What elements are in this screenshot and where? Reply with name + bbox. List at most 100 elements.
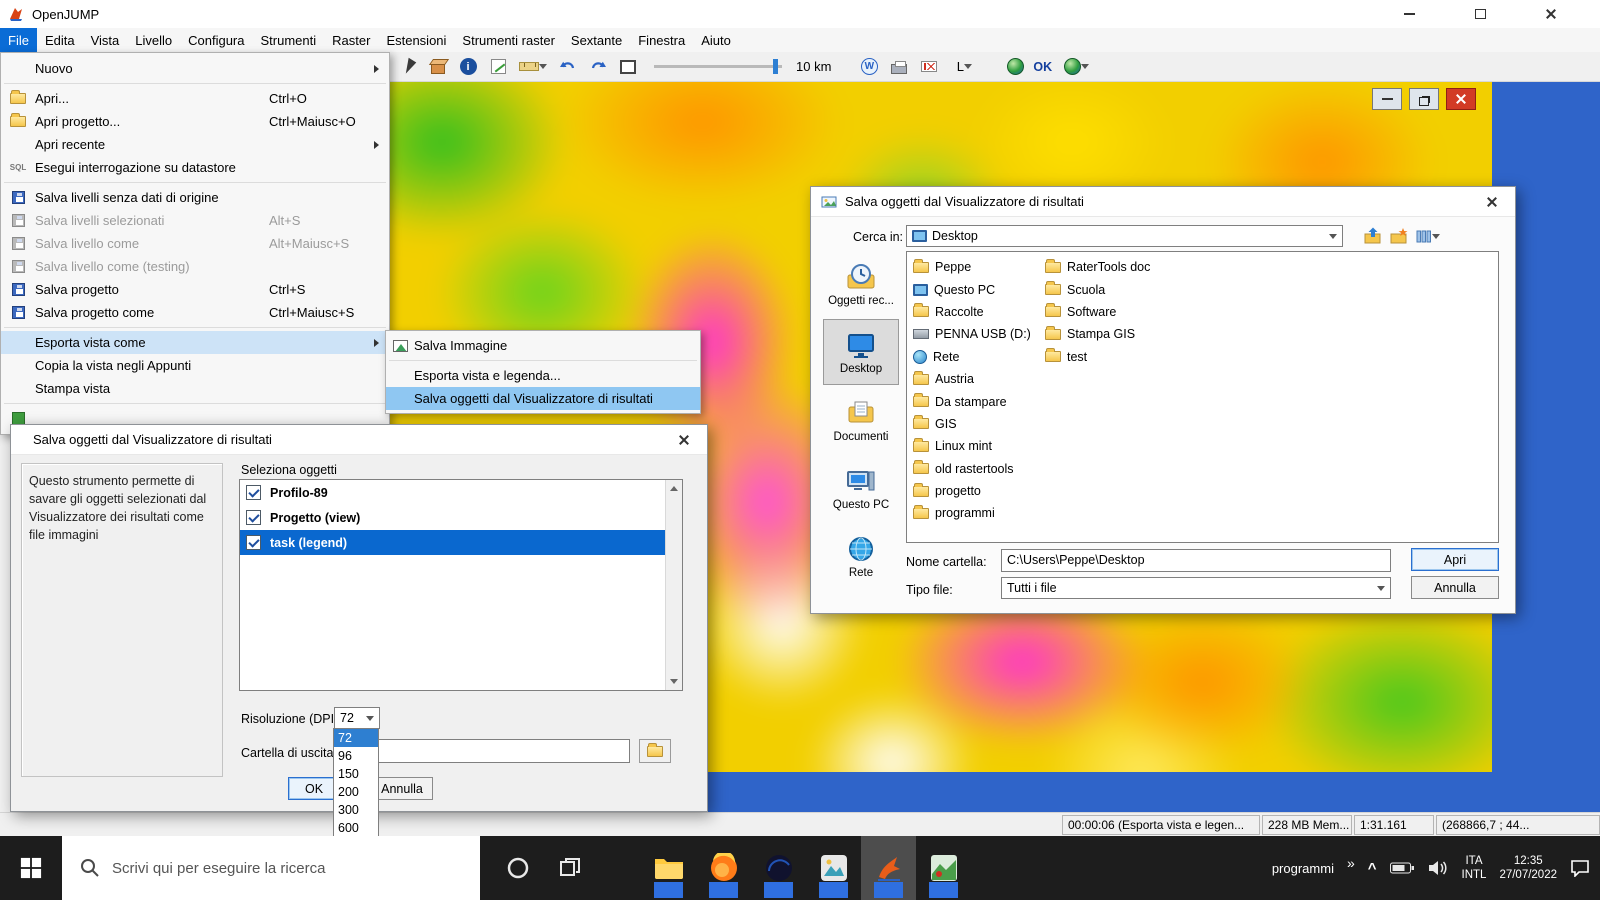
- dpi-option[interactable]: 200: [334, 783, 378, 801]
- 3d-tool-button[interactable]: [426, 55, 450, 79]
- speaker-icon[interactable]: [1427, 860, 1449, 876]
- open-button[interactable]: Apri: [1411, 548, 1499, 571]
- scrollbar[interactable]: [665, 480, 682, 690]
- checkbox-checked-icon[interactable]: [246, 485, 261, 500]
- cortana-button[interactable]: [492, 836, 544, 900]
- object-row-selected[interactable]: task (legend): [240, 530, 665, 555]
- window-minimize-button[interactable]: [1392, 0, 1426, 28]
- file-item[interactable]: Software: [1045, 301, 1171, 323]
- taskbar-dark-app-button[interactable]: [751, 836, 806, 900]
- menu-finestra[interactable]: Finestra: [630, 28, 693, 52]
- wms-button[interactable]: W: [857, 55, 881, 79]
- submenu-item-salva-oggetti[interactable]: Salva oggetti dal Visualizzatore di risu…: [386, 387, 700, 410]
- undo-button[interactable]: [556, 55, 580, 79]
- menu-item-salva-livello-testing[interactable]: Salva livello come (testing): [1, 255, 389, 278]
- map-close-button[interactable]: [1446, 88, 1476, 110]
- place-desktop[interactable]: Desktop: [823, 319, 899, 385]
- edit-tool-button[interactable]: [486, 55, 510, 79]
- file-item[interactable]: Austria: [913, 368, 1039, 390]
- file-item[interactable]: Linux mint: [913, 435, 1039, 457]
- file-item[interactable]: Raccolte: [913, 301, 1039, 323]
- menu-item-salva-livello-come[interactable]: Salva livello come Alt+Maiusc+S: [1, 232, 389, 255]
- geo-menu-button[interactable]: [1058, 55, 1094, 79]
- checkbox-checked-icon[interactable]: [246, 510, 261, 525]
- layer-menu-button[interactable]: L: [947, 55, 981, 79]
- place-network[interactable]: Rete: [823, 523, 899, 589]
- taskbar-openjump-button[interactable]: [861, 836, 916, 900]
- menu-item-esporta-vista-come[interactable]: Esporta vista come: [1, 331, 389, 354]
- object-row[interactable]: Progetto (view): [240, 505, 665, 530]
- menu-item-salva-livelli-selezionati[interactable]: Salva livelli selezionati Alt+S: [1, 209, 389, 232]
- file-item[interactable]: Questo PC: [913, 278, 1039, 300]
- start-button[interactable]: [0, 836, 62, 900]
- menu-edita[interactable]: Edita: [37, 28, 83, 52]
- menu-item-nuovo[interactable]: Nuovo: [1, 57, 389, 80]
- view-menu-button[interactable]: [1413, 225, 1443, 247]
- file-item[interactable]: old rastertools: [913, 458, 1039, 480]
- remove-layer-button[interactable]: [917, 55, 941, 79]
- cancel-button[interactable]: Annulla: [371, 777, 433, 800]
- menu-item-apri-recente[interactable]: Apri recente: [1, 133, 389, 156]
- measure-tool-button[interactable]: [516, 55, 550, 79]
- dpi-option[interactable]: 150: [334, 765, 378, 783]
- object-row[interactable]: Profilo-89: [240, 480, 665, 505]
- menu-vista[interactable]: Vista: [83, 28, 128, 52]
- language-indicator[interactable]: ITA INTL: [1462, 854, 1487, 883]
- file-item[interactable]: programmi: [913, 502, 1039, 524]
- taskbar-gis-app-button[interactable]: [916, 836, 971, 900]
- up-one-level-button[interactable]: [1361, 225, 1385, 247]
- menu-item-stampa-vista[interactable]: Stampa vista: [1, 377, 389, 400]
- menu-estensioni[interactable]: Estensioni: [378, 28, 454, 52]
- action-center-icon[interactable]: [1570, 859, 1590, 877]
- menu-item-copia-vista[interactable]: Copia la vista negli Appunti: [1, 354, 389, 377]
- scroll-up-button[interactable]: [667, 481, 681, 496]
- menu-item-apri[interactable]: Apri... Ctrl+O: [1, 87, 389, 110]
- dpi-combo[interactable]: 72: [334, 707, 380, 729]
- submenu-item-salva-immagine[interactable]: Salva Immagine: [386, 334, 700, 357]
- taskbar-explorer-button[interactable]: [641, 836, 696, 900]
- file-item[interactable]: progetto: [913, 480, 1039, 502]
- plugin-dialog-close-button[interactable]: [671, 434, 697, 446]
- menu-configura[interactable]: Configura: [180, 28, 252, 52]
- redo-button[interactable]: [586, 55, 610, 79]
- feature-info-button[interactable]: i: [456, 55, 480, 79]
- menu-aiuto[interactable]: Aiuto: [693, 28, 739, 52]
- place-documents[interactable]: Documenti: [823, 387, 899, 453]
- file-item[interactable]: PENNA USB (D:): [913, 323, 1039, 345]
- place-recent[interactable]: Oggetti rec...: [823, 251, 899, 317]
- battery-icon[interactable]: [1389, 862, 1414, 874]
- print-button[interactable]: [887, 55, 911, 79]
- dpi-option[interactable]: 72: [334, 729, 378, 747]
- file-item[interactable]: RaterTools doc: [1045, 256, 1171, 278]
- file-item[interactable]: Rete: [913, 346, 1039, 368]
- file-item[interactable]: Stampa GIS: [1045, 323, 1171, 345]
- file-item[interactable]: Scuola: [1045, 278, 1171, 300]
- zoom-slider-thumb[interactable]: [773, 59, 778, 74]
- dpi-option[interactable]: 600: [334, 819, 378, 837]
- file-type-combo[interactable]: Tutti i file: [1001, 577, 1391, 599]
- file-item[interactable]: Da stampare: [913, 390, 1039, 412]
- place-this-pc[interactable]: Questo PC: [823, 455, 899, 521]
- submenu-item-esporta-vista-legenda[interactable]: Esporta vista e legenda...: [386, 364, 700, 387]
- file-item[interactable]: test: [1045, 346, 1171, 368]
- file-chooser-close-button[interactable]: [1479, 196, 1505, 208]
- tray-programs-label[interactable]: programmi: [1272, 861, 1334, 876]
- cancel-button[interactable]: Annulla: [1411, 576, 1499, 599]
- menu-file[interactable]: File: [0, 28, 37, 52]
- taskbar-search-input[interactable]: Scrivi qui per eseguire la ricerca: [62, 836, 480, 900]
- folder-name-input[interactable]: C:\Users\Peppe\Desktop: [1001, 549, 1391, 572]
- menu-item-apri-progetto[interactable]: Apri progetto... Ctrl+Maiusc+O: [1, 110, 389, 133]
- taskbar-firefox-button[interactable]: [696, 836, 751, 900]
- map-minimize-button[interactable]: [1372, 88, 1402, 110]
- browse-folder-button[interactable]: [639, 739, 671, 763]
- new-folder-button[interactable]: [1387, 225, 1411, 247]
- tray-overflow-icon[interactable]: »: [1347, 855, 1355, 871]
- dpi-option[interactable]: 300: [334, 801, 378, 819]
- geo-ok-button[interactable]: [1003, 55, 1027, 79]
- tray-chevron-icon[interactable]: ^: [1368, 860, 1377, 877]
- window-maximize-button[interactable]: [1463, 0, 1497, 28]
- taskbar-photos-button[interactable]: [806, 836, 861, 900]
- menu-sextante[interactable]: Sextante: [563, 28, 630, 52]
- select-tool-button[interactable]: [396, 55, 420, 79]
- look-in-combo[interactable]: Desktop: [906, 225, 1343, 247]
